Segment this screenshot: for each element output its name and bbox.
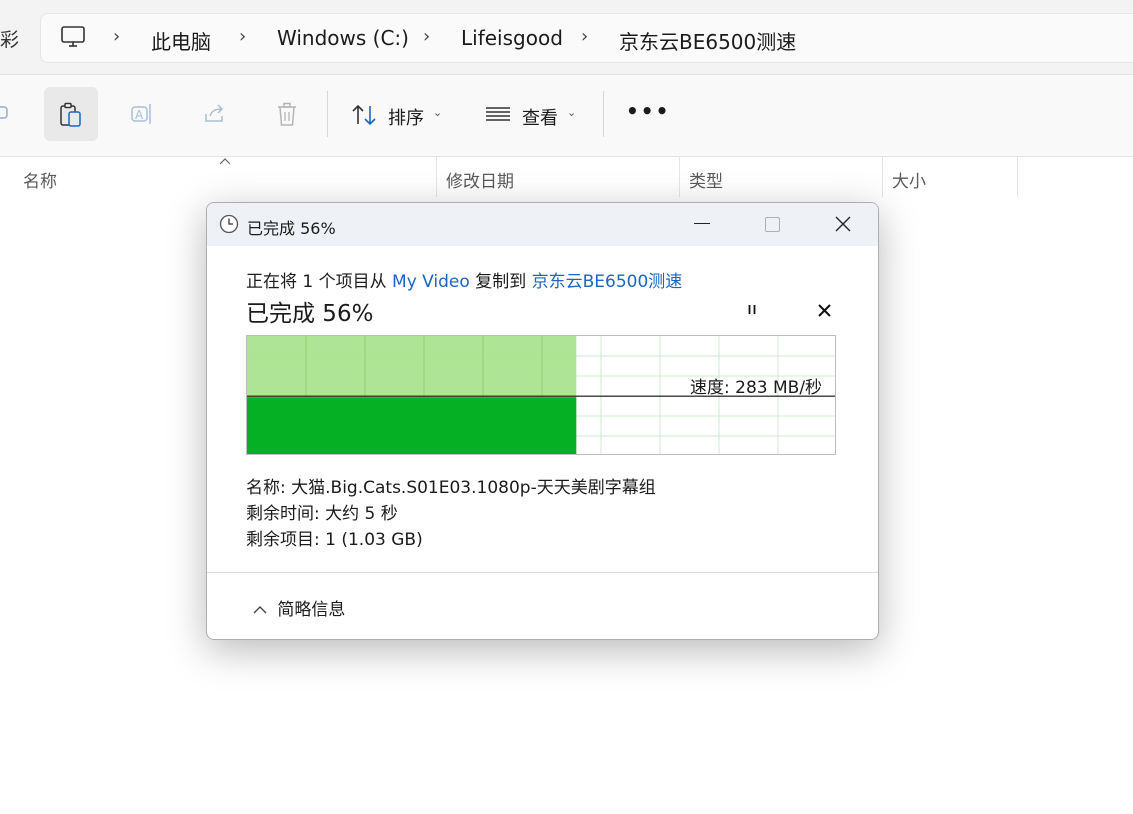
minimize-button[interactable]: [694, 223, 710, 224]
cut-off-label: 彩: [0, 29, 20, 51]
column-name[interactable]: 名称: [23, 167, 57, 192]
column-size[interactable]: 大小: [892, 167, 926, 192]
this-pc-icon[interactable]: [61, 26, 85, 48]
copy-prefix: 正在将 1 个项目从: [246, 272, 393, 292]
breadcrumb-item-folder[interactable]: Lifeisgood: [461, 26, 563, 50]
more-options-button[interactable]: •••: [626, 99, 670, 123]
breadcrumb-item-this-pc[interactable]: 此电脑: [151, 26, 211, 55]
svg-text:A: A: [135, 108, 144, 122]
copy-progress-dialog: 已完成 56% 正在将 1 个项目从 My Video 复制到 京东云BE650…: [206, 202, 879, 640]
share-arrow-icon: [205, 104, 224, 122]
items-remaining: 剩余项目: 1 (1.03 GB): [246, 530, 423, 550]
chevron-right-icon[interactable]: ›: [423, 26, 430, 47]
clipboard-icon: [60, 102, 81, 127]
sort-ascending-icon: [219, 158, 231, 165]
view-icon[interactable]: [486, 106, 510, 122]
dialog-title: 已完成 56%: [247, 219, 336, 238]
sort-icon[interactable]: [351, 104, 377, 126]
file-name: 名称: 大猫.Big.Cats.S01E03.1080p-天天美剧字幕组: [246, 478, 656, 498]
breadcrumb-item-drive[interactable]: Windows (C:): [277, 26, 409, 50]
breadcrumb-item-current[interactable]: 京东云BE6500测速: [619, 26, 796, 55]
chevron-down-icon[interactable]: ⌄: [567, 106, 576, 119]
address-bar-area: 彩 › 此电脑 › Windows (C:) › Lifeisgood › 京东…: [0, 0, 1133, 75]
column-modified[interactable]: 修改日期: [446, 167, 514, 192]
paste-button[interactable]: [44, 87, 98, 141]
rename-button[interactable]: A: [116, 87, 170, 141]
chevron-right-icon[interactable]: ›: [581, 26, 588, 47]
dialog-divider: [207, 572, 878, 573]
breadcrumb[interactable]: › 此电脑 › Windows (C:) › Lifeisgood › 京东云B…: [40, 13, 1133, 63]
clock-icon: [219, 214, 239, 234]
progress-heading: 已完成 56%: [246, 301, 374, 327]
column-type[interactable]: 类型: [689, 167, 723, 192]
copy-middle: 复制到: [469, 272, 532, 292]
close-icon[interactable]: [834, 215, 852, 233]
maximize-button[interactable]: [765, 217, 780, 232]
toolbar-divider: [327, 91, 328, 137]
fewer-details-button[interactable]: 简略信息: [250, 595, 345, 620]
chevron-up-icon[interactable]: [250, 603, 272, 617]
time-remaining: 剩余时间: 大约 5 秒: [246, 504, 398, 524]
column-header-row: 名称 修改日期 类型 大小: [0, 157, 1133, 197]
dialog-titlebar[interactable]: 已完成 56%: [207, 203, 878, 246]
column-divider[interactable]: [882, 157, 883, 197]
chevron-down-icon[interactable]: ⌄: [433, 106, 442, 119]
sort-button[interactable]: 排序: [388, 104, 424, 130]
column-divider[interactable]: [1017, 157, 1018, 197]
view-button[interactable]: 查看: [522, 104, 558, 130]
speed-label: 速度: 283 MB/秒: [690, 378, 823, 398]
pause-icon[interactable]: [742, 300, 762, 320]
rename-icon: A: [131, 104, 151, 124]
fewer-details-label[interactable]: 简略信息: [277, 600, 345, 620]
command-bar: A 排序 ⌄ 查看 ⌄ •••: [0, 75, 1133, 157]
details-section: 名称: 大猫.Big.Cats.S01E03.1080p-天天美剧字幕组 剩余时…: [246, 475, 656, 553]
speed-history-area: [247, 397, 577, 454]
cancel-icon[interactable]: [815, 300, 835, 320]
column-divider[interactable]: [679, 157, 680, 197]
delete-button[interactable]: [260, 87, 314, 141]
trash-icon: [278, 102, 296, 126]
destination-link[interactable]: 京东云BE6500测速: [532, 272, 683, 292]
copy-description: 正在将 1 个项目从 My Video 复制到 京东云BE6500测速: [246, 267, 682, 292]
chevron-right-icon[interactable]: ›: [239, 26, 246, 47]
column-divider[interactable]: [436, 157, 437, 197]
toolbar-divider: [603, 91, 604, 137]
source-link[interactable]: My Video: [392, 272, 470, 292]
share-icon[interactable]: [0, 105, 10, 123]
share-button[interactable]: [188, 87, 242, 141]
chevron-right-icon[interactable]: ›: [113, 26, 120, 47]
